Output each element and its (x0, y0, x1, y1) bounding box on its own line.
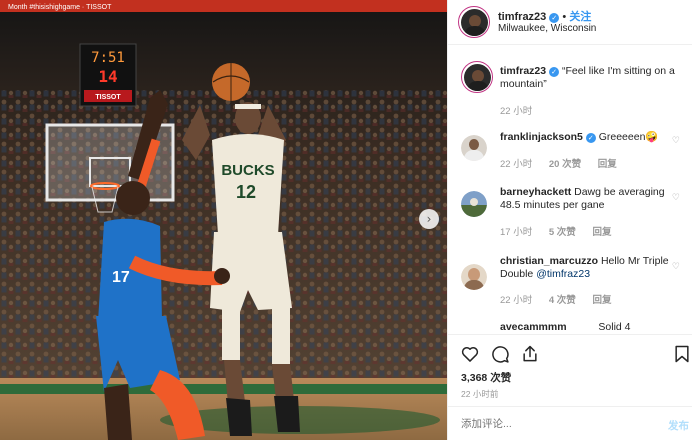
arena-banner-text: Month #thisishighgame · TISSOT (8, 4, 112, 11)
comment-likes[interactable]: 20 次赞 (549, 159, 581, 170)
commenter-avatar[interactable] (461, 191, 487, 217)
comment-text-block: barneyhackett Dawg be averaging 48.5 min… (500, 186, 676, 212)
share-icon[interactable] (520, 344, 540, 364)
caption-username[interactable]: timfraz23 (500, 65, 546, 77)
verified-badge-icon: ✓ (549, 13, 560, 23)
sponsor-logo: TISSOT (95, 94, 121, 101)
comment-username[interactable]: christian_marcuzzo (500, 255, 598, 267)
comments-list: timfraz23 ✓ “Feel like I'm sitting on a … (448, 46, 692, 334)
caption-time[interactable]: 22 小时 (500, 106, 532, 117)
comment-time[interactable]: 22 小时 (500, 159, 532, 170)
jersey-team: BUCKS (221, 162, 274, 179)
post-time-ago[interactable]: 22 小时前 (461, 388, 498, 400)
post-header: timfraz23 ✓ • 关注 Milwaukee, Wisconsin (448, 0, 692, 45)
post-location[interactable]: Milwaukee, Wisconsin (498, 23, 596, 34)
heart-icon[interactable] (460, 344, 480, 364)
comment-meta: 22 小时 20 次赞 回复 (500, 156, 631, 170)
instagram-post: Month #thisishighgame · TISSOT 7:51 14 T… (0, 0, 692, 440)
comment-username[interactable]: avecammmm (500, 321, 567, 333)
add-comment-input[interactable] (461, 418, 641, 430)
comment-meta: 17 小时 5 次赞 回复 (500, 224, 625, 238)
follow-button[interactable]: 关注 (569, 11, 591, 23)
basketball-photo: Month #thisishighgame · TISSOT 7:51 14 T… (0, 0, 447, 440)
author-username[interactable]: timfraz23 (498, 11, 546, 23)
comment-username[interactable]: franklinjackson5 (500, 131, 583, 143)
post-side-panel: timfraz23 ✓ • 关注 Milwaukee, Wisconsin ti… (447, 0, 692, 440)
comment-like-heart-icon[interactable]: ♡ (672, 262, 680, 272)
comment-text-block: franklinjackson5 ✓ Greeeeen🤪 (500, 131, 676, 144)
chevron-right-icon: › (426, 212, 432, 226)
likes-count[interactable]: 3,368 次赞 (461, 370, 511, 385)
comment-meta: 22 小时 4 次赞 回复 (500, 292, 625, 306)
comment-time[interactable]: 22 小时 (500, 295, 532, 306)
comment-text: Solid 4 (598, 321, 631, 333)
comment-likes[interactable]: 4 次赞 (549, 295, 576, 306)
shot-clock: 14 (98, 67, 117, 86)
author-avatar[interactable] (458, 6, 490, 38)
comment-username[interactable]: barneyhackett (500, 186, 571, 198)
comment-time[interactable]: 17 小时 (500, 227, 532, 238)
caption-avatar[interactable] (461, 61, 493, 93)
post-actions: 3,368 次赞 22 小时前 (448, 334, 692, 406)
add-comment-bar: 发布 (448, 406, 692, 440)
comment-likes[interactable]: 5 次赞 (549, 227, 576, 238)
reply-button[interactable]: 回复 (598, 159, 617, 170)
comment-text-block: christian_marcuzzo Hello Mr Triple Doubl… (500, 255, 676, 281)
comment-like-heart-icon[interactable]: ♡ (672, 193, 680, 203)
reply-button[interactable]: 回复 (592, 227, 611, 238)
scoreboard-time: 7:51 (91, 50, 125, 66)
commenter-avatar[interactable] (461, 264, 487, 290)
reply-button[interactable]: 回复 (592, 295, 611, 306)
caption-meta: 22 小时 (500, 103, 546, 117)
post-photo[interactable]: Month #thisishighgame · TISSOT 7:51 14 T… (0, 0, 447, 440)
post-comment-button[interactable]: 发布 (668, 418, 689, 433)
next-photo-button[interactable]: › (419, 209, 439, 229)
comment-like-heart-icon[interactable]: ♡ (672, 136, 680, 146)
comment-text: Greeeeen🤪 (598, 131, 659, 143)
verified-badge-icon: ✓ (549, 67, 560, 77)
comment-bubble-icon[interactable] (490, 344, 510, 364)
comment-text-block: avecammmm Solid 4 (500, 321, 690, 334)
header-separator: • (562, 11, 567, 23)
caption-text-block: timfraz23 ✓ “Feel like I'm sitting on a … (500, 65, 676, 91)
opponent-number: 17 (112, 269, 130, 286)
verified-badge-icon: ✓ (585, 133, 596, 143)
comment-mention-link[interactable]: @timfraz23 (536, 268, 590, 280)
bookmark-icon[interactable] (672, 344, 692, 364)
commenter-avatar[interactable] (461, 135, 487, 161)
jersey-number: 12 (236, 182, 256, 202)
